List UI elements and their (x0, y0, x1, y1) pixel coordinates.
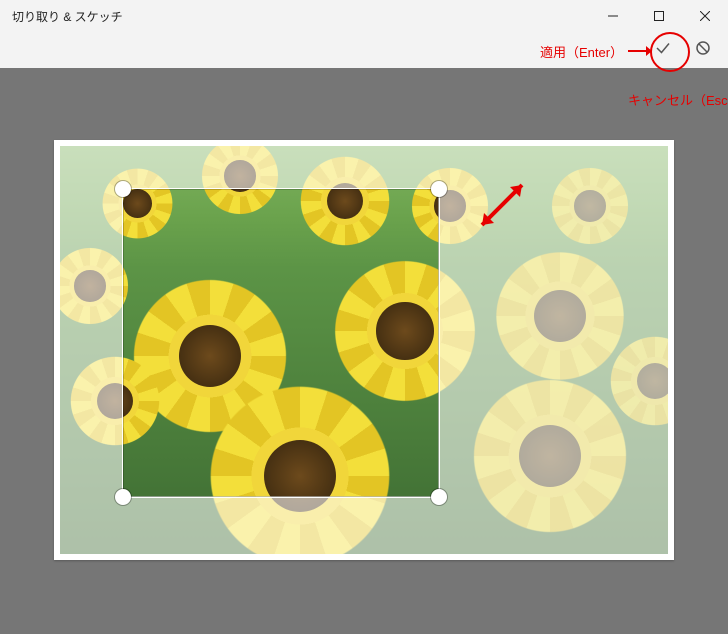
title-bar: 切り取り & スケッチ (0, 0, 728, 32)
crop-rectangle[interactable] (122, 188, 440, 498)
crop-dim-right (438, 188, 668, 496)
toolbar (0, 32, 728, 69)
image-frame (54, 140, 674, 560)
cancel-icon (694, 39, 712, 62)
cancel-crop-button[interactable] (686, 33, 720, 67)
crop-handle-tr[interactable] (431, 181, 447, 197)
close-button[interactable] (682, 0, 728, 32)
canvas-area (0, 68, 728, 634)
crop-dim-top (60, 146, 668, 188)
maximize-button[interactable] (636, 0, 682, 32)
check-icon (654, 39, 672, 62)
crop-dim-bottom (60, 496, 668, 554)
apply-crop-button[interactable] (646, 33, 680, 67)
image[interactable] (60, 146, 668, 554)
minimize-button[interactable] (590, 0, 636, 32)
crop-handle-br[interactable] (431, 489, 447, 505)
crop-handle-bl[interactable] (115, 489, 131, 505)
crop-dim-left (60, 188, 122, 496)
crop-handle-tl[interactable] (115, 181, 131, 197)
window-title: 切り取り & スケッチ (0, 8, 123, 25)
